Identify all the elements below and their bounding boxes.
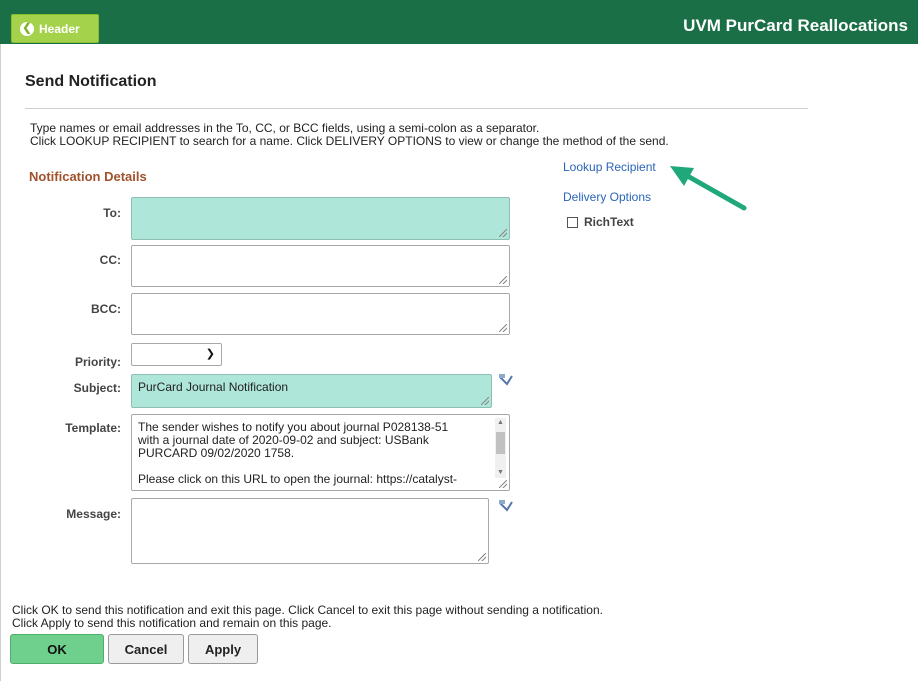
message-field[interactable]	[131, 498, 489, 564]
cc-field[interactable]	[131, 245, 510, 287]
header-back-button[interactable]: ❮ Header	[11, 14, 99, 43]
scroll-down-icon[interactable]: ▼	[495, 468, 506, 478]
bcc-field[interactable]	[131, 293, 510, 335]
footer-instruction-1: Click OK to send this notification and e…	[12, 603, 603, 617]
top-banner: ❮ Header UVM PurCard Reallocations	[0, 0, 918, 44]
instruction-line-2: Click LOOKUP RECIPIENT to search for a n…	[30, 134, 669, 148]
richtext-label: RichText	[584, 215, 634, 229]
title-divider	[25, 108, 808, 109]
template-scrollbar[interactable]: ▲ ▼	[495, 418, 506, 478]
to-field[interactable]	[131, 197, 510, 240]
message-label: Message:	[66, 507, 121, 521]
resize-grip-icon[interactable]	[499, 480, 507, 488]
ok-button[interactable]: OK	[10, 634, 104, 664]
delivery-options-link[interactable]: Delivery Options	[563, 190, 651, 204]
chevron-left-icon: ❮	[20, 21, 34, 36]
bcc-label: BCC:	[91, 302, 121, 316]
annotation-arrow-icon	[670, 166, 747, 211]
instruction-line-1: Type names or email addresses in the To,…	[30, 121, 540, 135]
subject-label: Subject:	[73, 381, 121, 395]
header-back-label: Header	[39, 21, 80, 36]
spell-check-icon[interactable]	[498, 499, 514, 513]
section-title: Notification Details	[29, 169, 147, 184]
template-text: The sender wishes to notify you about jo…	[138, 421, 487, 486]
richtext-checkbox[interactable]	[567, 216, 578, 228]
lookup-recipient-link[interactable]: Lookup Recipient	[563, 160, 656, 174]
template-line: PURCARD 09/02/2020 1758.	[138, 446, 295, 460]
cc-label: CC:	[99, 253, 121, 267]
apply-button[interactable]: Apply	[188, 634, 258, 664]
cancel-button[interactable]: Cancel	[108, 634, 184, 664]
subject-value: PurCard Journal Notification	[138, 380, 289, 394]
richtext-option[interactable]: RichText	[567, 215, 634, 229]
resize-grip-icon[interactable]	[499, 276, 507, 284]
spell-check-icon[interactable]	[498, 373, 514, 387]
scroll-up-icon[interactable]: ▲	[495, 418, 506, 428]
page-frame	[0, 0, 918, 681]
resize-grip-icon[interactable]	[499, 324, 507, 332]
subject-field[interactable]: PurCard Journal Notification	[131, 374, 492, 408]
template-line: Please click on this URL to open the jou…	[138, 472, 458, 486]
resize-grip-icon[interactable]	[478, 553, 486, 561]
template-label: Template:	[65, 421, 121, 435]
footer-instruction-2: Click Apply to send this notification an…	[12, 616, 332, 630]
to-label: To:	[103, 206, 121, 220]
priority-label: Priority:	[74, 355, 121, 369]
template-field[interactable]: The sender wishes to notify you about jo…	[131, 414, 510, 491]
priority-select[interactable]: ❯	[131, 343, 222, 366]
scroll-thumb[interactable]	[496, 432, 505, 454]
resize-grip-icon[interactable]	[481, 397, 489, 405]
app-title: UVM PurCard Reallocations	[683, 16, 908, 35]
chevron-down-icon: ❯	[205, 348, 215, 360]
resize-grip-icon[interactable]	[499, 229, 507, 237]
page-title: Send Notification	[25, 73, 157, 90]
